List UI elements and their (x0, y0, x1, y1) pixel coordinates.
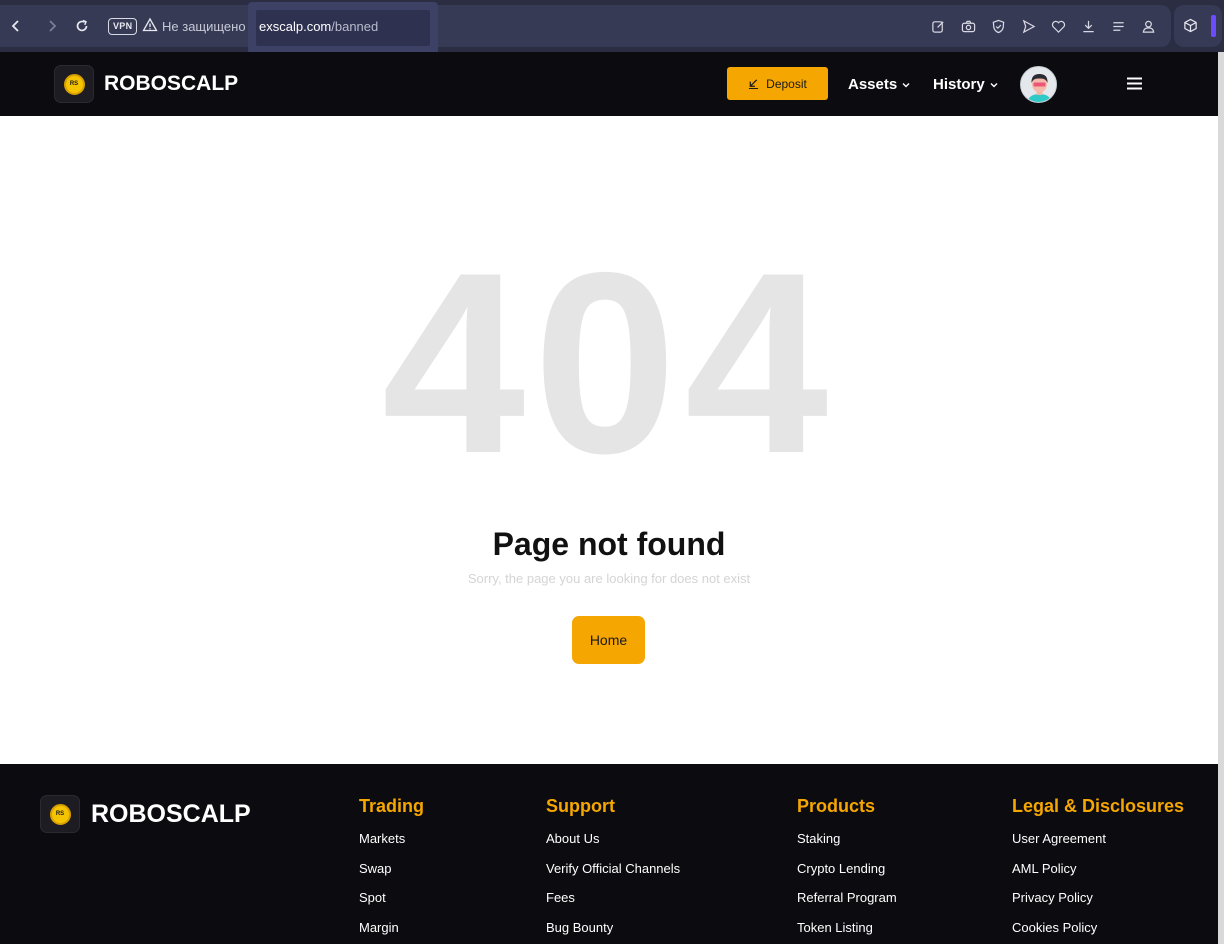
page-scrollbar[interactable] (1218, 52, 1224, 944)
chevron-down-icon (902, 82, 910, 87)
heart-icon[interactable] (1048, 16, 1068, 36)
nav-assets-label: Assets (848, 76, 898, 93)
logo-coin: RS (63, 73, 85, 95)
footer-link[interactable]: Cookies Policy (1012, 920, 1184, 944)
footer-link[interactable]: Bug Bounty (546, 920, 680, 944)
footer-column-title: Trading (359, 796, 425, 816)
hamburger-menu-icon[interactable] (1125, 74, 1144, 93)
send-icon[interactable] (1018, 16, 1038, 36)
page-subtitle: Sorry, the page you are looking for does… (467, 571, 751, 586)
footer-logo-coin: RS (49, 803, 71, 825)
footer-link[interactable]: Margin (359, 920, 424, 944)
footer-link[interactable]: User Agreement (1012, 831, 1184, 861)
nav-history[interactable]: History (933, 76, 998, 93)
footer-column-title: Support (546, 796, 615, 816)
footer-logo-badge[interactable]: RS (40, 795, 80, 833)
sidebar-accent-bar (1211, 15, 1216, 37)
download-icon[interactable] (1078, 16, 1098, 36)
reload-icon[interactable] (72, 0, 92, 52)
footer-link[interactable]: Verify Official Channels (546, 861, 680, 891)
nav-history-label: History (933, 76, 985, 93)
footer-link[interactable]: Staking (797, 831, 897, 861)
footer-link[interactable]: Referral Program (797, 890, 897, 920)
home-button[interactable]: Home (572, 616, 645, 664)
footer-column-title: Products (797, 796, 876, 816)
cube-icon[interactable] (1183, 18, 1198, 33)
page-title: Page not found (492, 526, 726, 562)
site-footer: RS ROBOSCALP Trading Markets Swap Spot M… (0, 764, 1218, 944)
error-code: 404 (381, 218, 837, 507)
address-bar[interactable]: exscalp.com/banned (248, 2, 438, 54)
browser-action-icons (928, 16, 1158, 36)
footer-link[interactable]: Crypto Lending (797, 861, 897, 891)
footer-column-title: Legal & Disclosures (1012, 796, 1185, 816)
footer-link[interactable]: AML Policy (1012, 861, 1184, 891)
footer-column-support: Support About Us Verify Official Channel… (546, 796, 680, 944)
footer-link[interactable]: Swap (359, 861, 424, 891)
footer-link[interactable]: Spot (359, 890, 424, 920)
shield-icon[interactable] (988, 16, 1008, 36)
footer-column-products: Products Staking Crypto Lending Referral… (797, 796, 897, 944)
avatar[interactable] (1020, 66, 1057, 103)
forward-icon[interactable] (42, 0, 62, 52)
nav-assets[interactable]: Assets (848, 76, 910, 93)
footer-link[interactable]: Markets (359, 831, 424, 861)
arrow-down-left-icon (749, 79, 759, 89)
footer-link[interactable]: About Us (546, 831, 680, 861)
vpn-badge[interactable]: VPN (108, 18, 138, 35)
back-icon[interactable] (6, 0, 26, 52)
logo-badge[interactable]: RS (54, 65, 94, 103)
avatar-image (1021, 67, 1056, 102)
security-status-text[interactable]: Не защищено (162, 19, 246, 34)
footer-link[interactable]: Token Listing (797, 920, 897, 944)
url-path: /banned (331, 19, 379, 34)
brand-name[interactable]: ROBOSCALP (104, 72, 238, 96)
profile-icon[interactable] (1138, 16, 1158, 36)
main-content: 404 Page not found Sorry, the page you a… (0, 116, 1218, 764)
url-field[interactable]: exscalp.com/banned (256, 10, 430, 46)
deposit-label: Deposit (766, 76, 807, 91)
camera-icon[interactable] (958, 16, 978, 36)
browser-toolbar: VPN Не защищено exscalp.com/banned (0, 0, 1224, 54)
footer-link[interactable]: Fees (546, 890, 680, 920)
footer-brand-name[interactable]: ROBOSCALP (91, 800, 251, 829)
footer-column-legal: Legal & Disclosures User Agreement AML P… (1012, 796, 1184, 944)
edit-icon[interactable] (928, 16, 948, 36)
url-host: exscalp.com (259, 19, 332, 34)
site-header: RS ROBOSCALP Deposit Assets History (0, 52, 1218, 116)
warning-icon[interactable] (142, 17, 158, 33)
chevron-down-icon (990, 82, 998, 87)
footer-column-trading: Trading Markets Swap Spot Margin (359, 796, 424, 944)
deposit-button[interactable]: Deposit (727, 67, 828, 100)
menu-lines-icon[interactable] (1108, 16, 1128, 36)
footer-link[interactable]: Privacy Policy (1012, 890, 1184, 920)
